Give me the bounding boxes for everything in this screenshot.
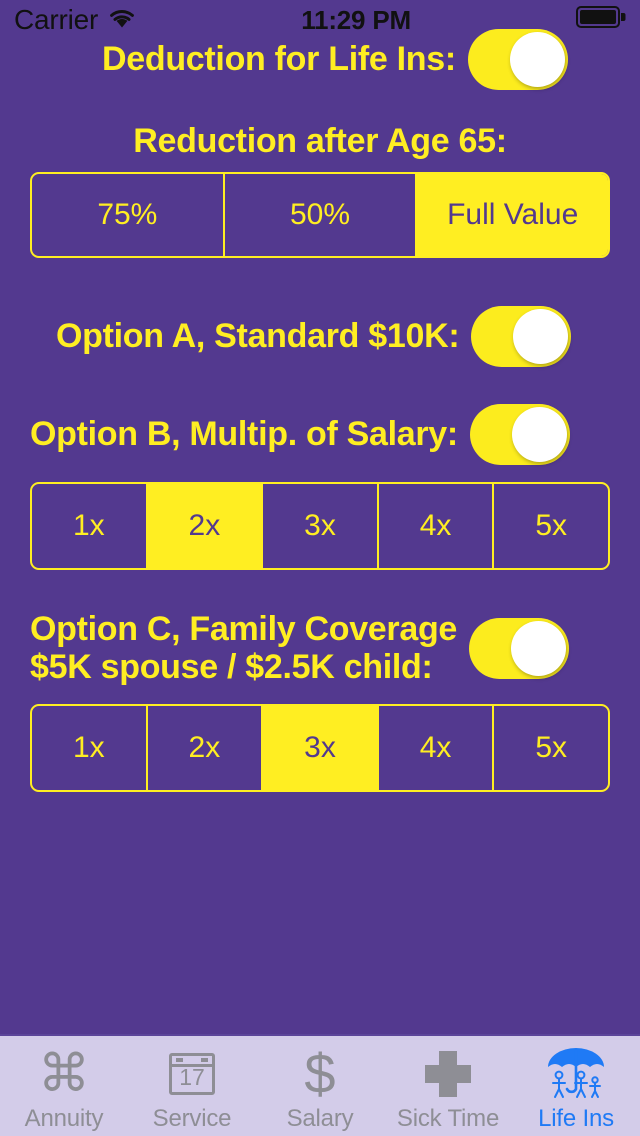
option-c-multiplier-control[interactable]: 1x 2x 3x 4x 5x (30, 704, 610, 792)
status-bar-right (576, 5, 626, 36)
deduction-label: Deduction for Life Ins: (102, 40, 456, 79)
option-c-label: Option C, Family Coverage $5K spouse / $… (30, 610, 458, 687)
reduction-segment-1[interactable]: 50% (222, 174, 416, 256)
option-c-segment-0[interactable]: 1x (32, 706, 146, 790)
tab-sick-time[interactable]: Sick Time (384, 1036, 512, 1136)
tab-service-label: Service (152, 1105, 232, 1132)
option-b-switch[interactable] (469, 404, 570, 465)
option-c-switch-knob (511, 620, 567, 676)
tab-life-ins[interactable]: Life Ins (512, 1036, 640, 1136)
dollar-sign-icon: $ (304, 1042, 336, 1105)
tab-salary[interactable]: $ Salary (256, 1036, 384, 1136)
calendar-17-icon: 17 (169, 1045, 215, 1103)
option-b-segment-0[interactable]: 1x (32, 484, 146, 568)
tab-bar: ⌘ Annuity 17 Service $ Salary Sick Time … (0, 1034, 640, 1136)
option-c-row: Option C, Family Coverage $5K spouse / $… (30, 610, 570, 687)
reduction-segmented-control[interactable]: 75% 50% Full Value (30, 172, 610, 258)
reduction-heading: Reduction after Age 65: (133, 122, 507, 160)
tab-sick-time-label: Sick Time (396, 1105, 500, 1132)
battery-full-icon (576, 5, 626, 36)
option-b-segment-1[interactable]: 2x (145, 484, 262, 568)
option-a-label: Option A, Standard $10K: (56, 317, 460, 356)
umbrella-family-icon (545, 1045, 607, 1103)
tab-life-ins-label: Life Ins (538, 1105, 614, 1132)
option-b-segment-4[interactable]: 5x (492, 484, 608, 568)
tab-salary-label: Salary (286, 1105, 354, 1132)
option-b-row: Option B, Multip. of Salary: (30, 404, 570, 465)
option-c-segment-4[interactable]: 5x (492, 706, 608, 790)
deduction-row: Deduction for Life Ins: (102, 29, 568, 90)
command-loop-icon: ⌘ (38, 1044, 90, 1104)
reduction-segment-2[interactable]: Full Value (415, 174, 608, 256)
deduction-switch-knob (509, 32, 565, 87)
option-b-label: Option B, Multip. of Salary: (30, 415, 458, 454)
tab-annuity[interactable]: ⌘ Annuity (0, 1036, 128, 1136)
option-c-switch[interactable] (469, 617, 570, 679)
option-c-segment-3[interactable]: 4x (376, 706, 493, 790)
option-b-segment-3[interactable]: 4x (376, 484, 493, 568)
deduction-switch[interactable] (467, 29, 568, 90)
option-a-switch-knob (513, 309, 569, 364)
option-c-segment-1[interactable]: 2x (145, 706, 262, 790)
tab-annuity-label: Annuity (24, 1105, 104, 1132)
option-b-multiplier-control[interactable]: 1x 2x 3x 4x 5x (30, 482, 610, 570)
option-a-switch[interactable] (471, 306, 572, 367)
plus-cross-icon (425, 1045, 471, 1103)
calendar-day-number: 17 (179, 1064, 205, 1090)
option-b-segment-2[interactable]: 3x (261, 484, 377, 568)
tab-service[interactable]: 17 Service (128, 1036, 256, 1136)
option-a-row: Option A, Standard $10K: (56, 306, 572, 367)
option-c-segment-2[interactable]: 3x (261, 706, 377, 790)
reduction-segment-0[interactable]: 75% (32, 174, 223, 256)
app-screen: Carrier 11:29 PM Deduction for Life Ins:… (0, 0, 640, 1136)
carrier-label: Carrier (14, 4, 99, 35)
option-b-switch-knob (511, 407, 567, 462)
